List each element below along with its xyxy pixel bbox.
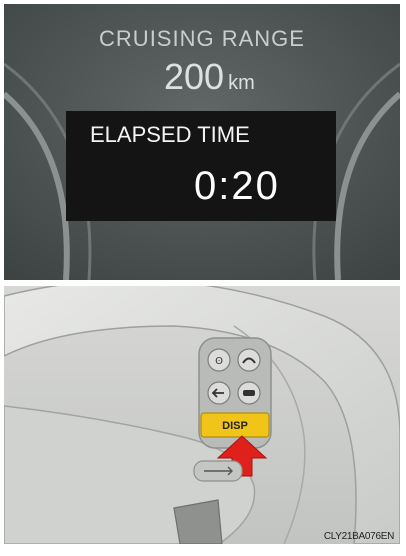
steering-wheel-illustration: ʘ DISP CLY21BA076EN [4, 286, 400, 544]
elapsed-time-value: 0:20 [194, 164, 280, 208]
cruising-range-number: 200 [164, 56, 225, 97]
voice-command-icon: ʘ [215, 356, 223, 367]
instrument-cluster-display: CRUISING RANGE 200 km ELAPSED TIME 0:20 [4, 4, 400, 280]
cruising-range-unit: km [228, 72, 255, 94]
cruising-range-label: CRUISING RANGE [99, 26, 305, 51]
figure-frame: CRUISING RANGE 200km ELAPSED TIME 0:20 [4, 4, 400, 544]
lever-paddle [173, 499, 223, 544]
phone-button[interactable] [237, 348, 261, 372]
disp-button-label: DISP [222, 420, 248, 432]
figure-code: CLY21BA076EN [323, 531, 394, 542]
cruising-range-value: 200 km [164, 56, 364, 98]
hang-up-icon [243, 390, 255, 396]
elapsed-time-label: ELAPSED TIME [90, 122, 250, 147]
steering-wheel-drawing: ʘ DISP [4, 286, 400, 544]
